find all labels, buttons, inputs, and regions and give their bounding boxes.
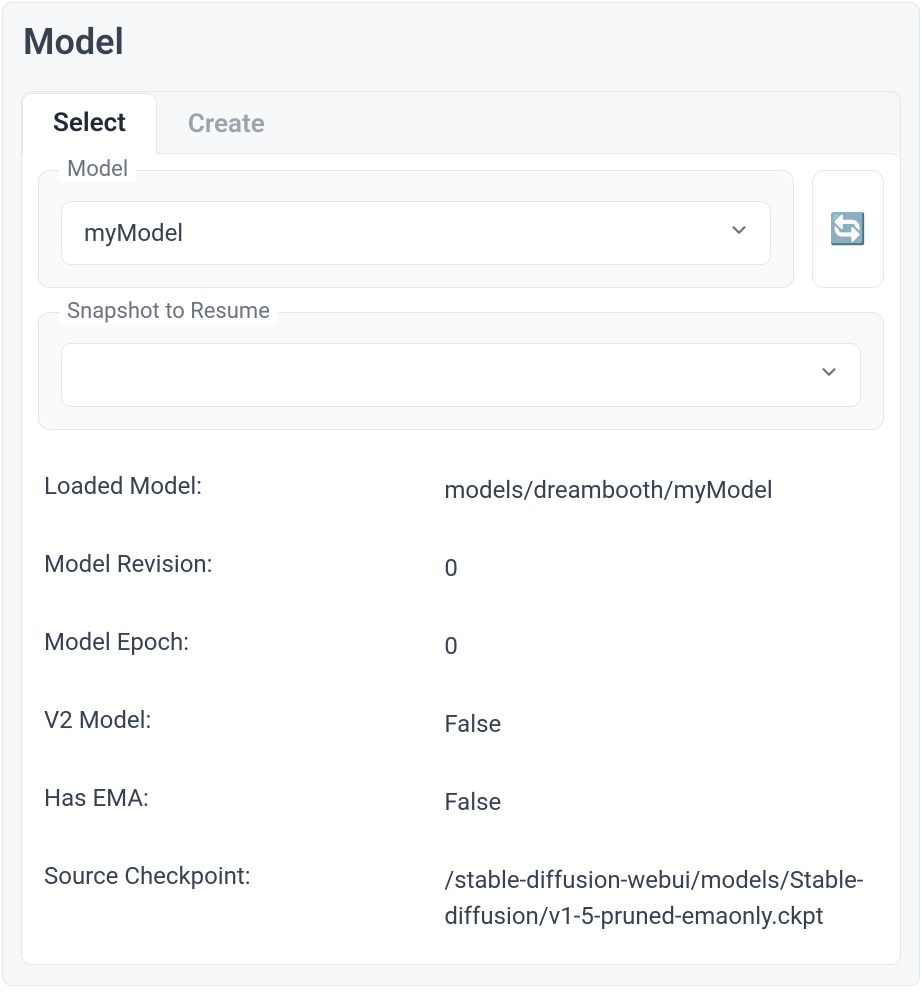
chevron-down-icon: [818, 361, 840, 389]
loaded-model-label: Loaded Model:: [44, 472, 444, 508]
tab-select-label: Select: [53, 108, 126, 138]
model-epoch-label: Model Epoch:: [44, 628, 444, 664]
chevron-down-icon: [728, 219, 750, 247]
model-info-grid: Loaded Model: models/dreambooth/myModel …: [38, 442, 884, 934]
model-fieldset-legend: Model: [59, 157, 136, 182]
has-ema-value: False: [444, 784, 878, 820]
tab-create-label: Create: [188, 109, 265, 139]
model-panel: Model Select Create Model myModel: [2, 2, 920, 986]
tab-select[interactable]: Select: [22, 93, 157, 155]
tabs-container: Select Create Model myModel 🔄: [21, 91, 901, 965]
model-select-row: Model myModel 🔄: [38, 170, 884, 288]
v2-model-label: V2 Model:: [44, 706, 444, 742]
snapshot-row: Snapshot to Resume: [38, 312, 884, 430]
refresh-icon: 🔄: [829, 212, 866, 247]
tab-create[interactable]: Create: [157, 94, 296, 155]
panel-title: Model: [21, 21, 901, 63]
model-fieldset: Model myModel: [38, 170, 794, 288]
source-checkpoint-label: Source Checkpoint:: [44, 862, 444, 934]
snapshot-fieldset: Snapshot to Resume: [38, 312, 884, 430]
v2-model-value: False: [444, 706, 878, 742]
has-ema-label: Has EMA:: [44, 784, 444, 820]
tab-row: Select Create: [22, 92, 900, 154]
source-checkpoint-value: /stable-diffusion-webui/models/Stable-di…: [444, 862, 878, 934]
model-revision-label: Model Revision:: [44, 550, 444, 586]
model-revision-value: 0: [444, 550, 878, 586]
refresh-button[interactable]: 🔄: [812, 170, 884, 288]
model-select[interactable]: myModel: [61, 201, 771, 265]
snapshot-fieldset-legend: Snapshot to Resume: [59, 299, 278, 324]
loaded-model-value: models/dreambooth/myModel: [444, 472, 878, 508]
snapshot-select[interactable]: [61, 343, 861, 407]
tab-content-select: Model myModel 🔄 Snapshot to Resume: [22, 153, 900, 964]
model-epoch-value: 0: [444, 628, 878, 664]
model-select-value: myModel: [84, 219, 183, 247]
